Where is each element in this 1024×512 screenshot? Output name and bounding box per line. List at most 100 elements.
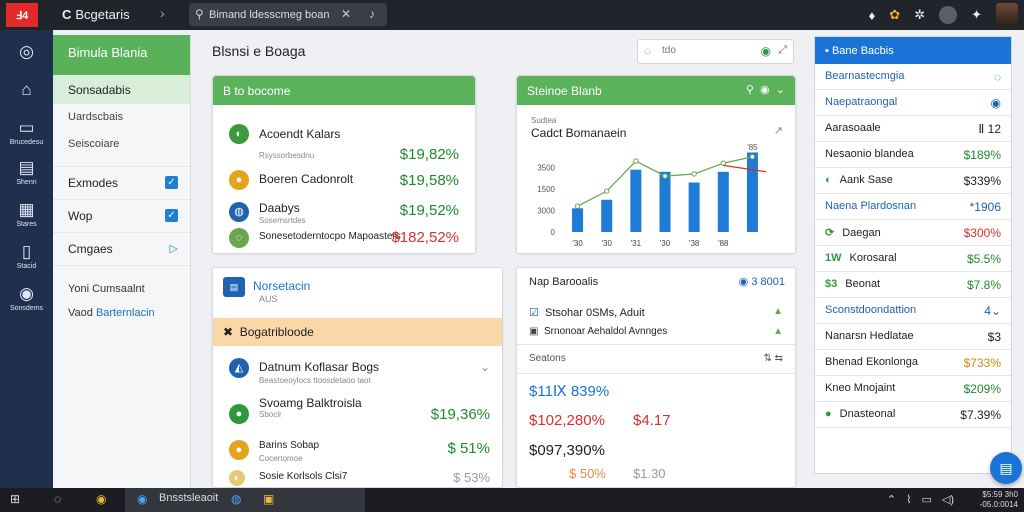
- chart-accent-line: [723, 164, 767, 173]
- list-item[interactable]: ◭ Datnum Koflasar Bogs Beastoeoylocs tto…: [229, 356, 490, 388]
- right-panel-row[interactable]: 1W Korosaral $5.5%: [815, 246, 1011, 272]
- expand-icon[interactable]: ⤢: [778, 44, 787, 57]
- right-panel-row[interactable]: Kneo Mnojaint $209%: [815, 376, 1011, 402]
- chevron-up-icon[interactable]: ⌃: [887, 493, 896, 506]
- item-name: Datnum Koflasar Bogs: [259, 360, 380, 374]
- banner-label: Bogatribloode: [239, 325, 314, 339]
- section-header: Seatons ⇅ ⇆: [517, 344, 795, 374]
- apps-icon[interactable]: ✦: [971, 7, 982, 23]
- nav-item-globe[interactable]: ◎: [0, 42, 53, 62]
- sidebar-check-item[interactable]: Cmgaes ▷: [53, 232, 190, 265]
- right-panel-row[interactable]: ◐ Aank Sase $339%: [815, 168, 1011, 194]
- sidebar-item-active[interactable]: Sonsadabis: [53, 75, 190, 104]
- right-panel-row[interactable]: ⟳ Daegan $300%: [815, 220, 1011, 246]
- account-circle-icon[interactable]: [939, 6, 958, 24]
- sidebar-check-item[interactable]: Wop ✓: [53, 199, 190, 232]
- user-avatar[interactable]: [996, 3, 1018, 27]
- card-header: Steinoe Blanb ⚲ ◉ ⌄: [517, 76, 795, 105]
- list-item[interactable]: ● Barins Sobap Cocertomoe $ 51%: [229, 440, 490, 464]
- card-control[interactable]: ◉ 3 8001: [739, 275, 785, 288]
- network-icon[interactable]: ⌇: [906, 493, 911, 506]
- window-icon[interactable]: ▭: [921, 493, 931, 506]
- start-icon[interactable]: ⊞: [10, 492, 20, 506]
- floating-action-button[interactable]: ▤: [990, 452, 1022, 484]
- list-item[interactable]: ◌ Sonesetoderntocpo Mapoasters $182,52%: [229, 228, 459, 252]
- row-label: Sconstdoondattion: [825, 304, 917, 316]
- nav-item-document[interactable]: ▤ Shenn: [0, 158, 53, 186]
- filter-icon[interactable]: ⇅ ⇆: [763, 353, 783, 364]
- browser-icon[interactable]: ◉: [96, 492, 106, 506]
- metric-value: $1.30: [633, 466, 666, 481]
- row-label: Dnasteonal: [839, 408, 896, 420]
- app-icon: ◉: [137, 492, 148, 506]
- item-value: $ 53%: [453, 470, 490, 485]
- nav-label: Stares: [16, 221, 37, 228]
- right-panel-row[interactable]: $3 Beonat $7.8%: [815, 272, 1011, 298]
- list-item[interactable]: ◐ Sosie Korlsols Clsi7 $ 53%: [229, 470, 490, 488]
- home-icon: ▪: [825, 45, 829, 57]
- checkbox-checked[interactable]: ✓: [165, 209, 178, 222]
- taskbar-app[interactable]: ◉ Bnsstsleaoit ◍ ▣: [125, 488, 365, 512]
- item-value: $19,82%: [399, 146, 459, 163]
- nav-item-book[interactable]: ▯ Stacid: [0, 242, 53, 270]
- nav-item-monitor[interactable]: ▭ Brucedesu: [0, 118, 53, 146]
- notification-bell-icon[interactable]: ♦: [869, 8, 876, 23]
- checkbox-icon[interactable]: ☑: [529, 307, 539, 319]
- microphone-icon[interactable]: ♪: [369, 7, 375, 21]
- right-panel-row[interactable]: Nesaonio blandea $189%: [815, 142, 1011, 168]
- right-panel-row[interactable]: ● Dnasteonal $7.39%: [815, 402, 1011, 428]
- play-icon[interactable]: ▣: [529, 326, 538, 337]
- search-input[interactable]: [209, 6, 329, 23]
- right-panel-row[interactable]: Naena Plardosnan *1906: [815, 194, 1011, 220]
- right-panel-row[interactable]: Bhenad Ekonlonga $733%: [815, 350, 1011, 376]
- settings-icon[interactable]: ◉: [760, 84, 770, 96]
- y-tick-label: 1500: [537, 185, 555, 194]
- chevron-right-icon[interactable]: ›: [160, 5, 165, 21]
- sidebar-check-item[interactable]: Exmodes ✓: [53, 166, 190, 199]
- list-item[interactable]: ● Boeren Cadonrolt $19,58%: [229, 168, 459, 192]
- row-label: Aank Sase: [839, 174, 893, 186]
- chart-bar: [630, 169, 642, 232]
- list-item[interactable]: ◍ Daabys Sosemsrtdes $19,52%: [229, 200, 459, 225]
- list-item[interactable]: ● Svoamg Balktroisla Sboclr $19,36%: [229, 396, 490, 428]
- taskbar-app-label: Bnsstsleaoit: [159, 492, 219, 504]
- refresh-icon[interactable]: ◌: [644, 44, 651, 58]
- chart-card: Steinoe Blanb ⚲ ◉ ⌄ Sudtea Cadct Bomanae…: [516, 75, 796, 254]
- sidebar-item[interactable]: Seiscoiare: [53, 131, 190, 158]
- check-label: Wop: [68, 209, 93, 223]
- volume-icon[interactable]: ◁): [942, 493, 954, 506]
- item-value: $ 51%: [447, 440, 490, 457]
- footer-link[interactable]: Barternlacin: [96, 307, 155, 319]
- circle-icon: ●: [229, 404, 249, 424]
- clear-search-icon[interactable]: ✕: [341, 7, 351, 21]
- globe-icon: ◎: [19, 42, 34, 61]
- chevron-down-icon[interactable]: ⌄: [480, 360, 490, 374]
- right-panel-row[interactable]: Sconstdoondattion 4⌄: [815, 298, 1011, 324]
- item-sub: Rsyssorbesdnu: [259, 151, 315, 160]
- list-item[interactable]: ☑ Stsohar 0SMs, Aduit ▲: [529, 306, 783, 319]
- color-palette-icon[interactable]: ✿: [889, 7, 900, 23]
- nav-item-settings[interactable]: ◉ Sonsdems: [0, 284, 53, 312]
- app-logo[interactable]: Ⅎ4: [6, 3, 38, 27]
- row-value: $5.5%: [966, 252, 1001, 266]
- clock[interactable]: $5:59 3h0 -05.0:0014: [980, 490, 1018, 510]
- search-icon[interactable]: ⚲: [746, 84, 754, 96]
- chevron-down-icon[interactable]: ⌄: [776, 84, 785, 96]
- settings-gear-icon[interactable]: ✲: [914, 7, 925, 23]
- status-icon[interactable]: ◉: [761, 44, 771, 58]
- search-icon[interactable]: ◌: [54, 492, 61, 506]
- check-label: Exmodes: [68, 176, 119, 190]
- row-value: ◉: [990, 96, 1001, 110]
- right-panel-row[interactable]: Aarasoaale Ⅱ 12: [815, 116, 1011, 142]
- expand-icon[interactable]: ↗: [774, 124, 783, 137]
- right-panel-header: ▪ Bane Bacbis: [815, 37, 1011, 64]
- nav-item-grid[interactable]: ▦ Stares: [0, 200, 53, 228]
- checkbox-checked[interactable]: ✓: [165, 176, 178, 189]
- list-item[interactable]: ▣ Srnonoar Aehaldol Avnnges ▲: [529, 326, 783, 337]
- sidebar-item[interactable]: Uardscbais: [53, 104, 190, 131]
- right-panel-row[interactable]: Nanarsn Hedlatae $3: [815, 324, 1011, 350]
- right-panel-row[interactable]: Naepatraongal ◉: [815, 90, 1011, 116]
- nav-item-home[interactable]: ⌂: [0, 80, 53, 100]
- toggle-arrow-icon[interactable]: ▷: [170, 242, 178, 255]
- right-panel-row[interactable]: Bearnastecmgia ◌: [815, 64, 1011, 90]
